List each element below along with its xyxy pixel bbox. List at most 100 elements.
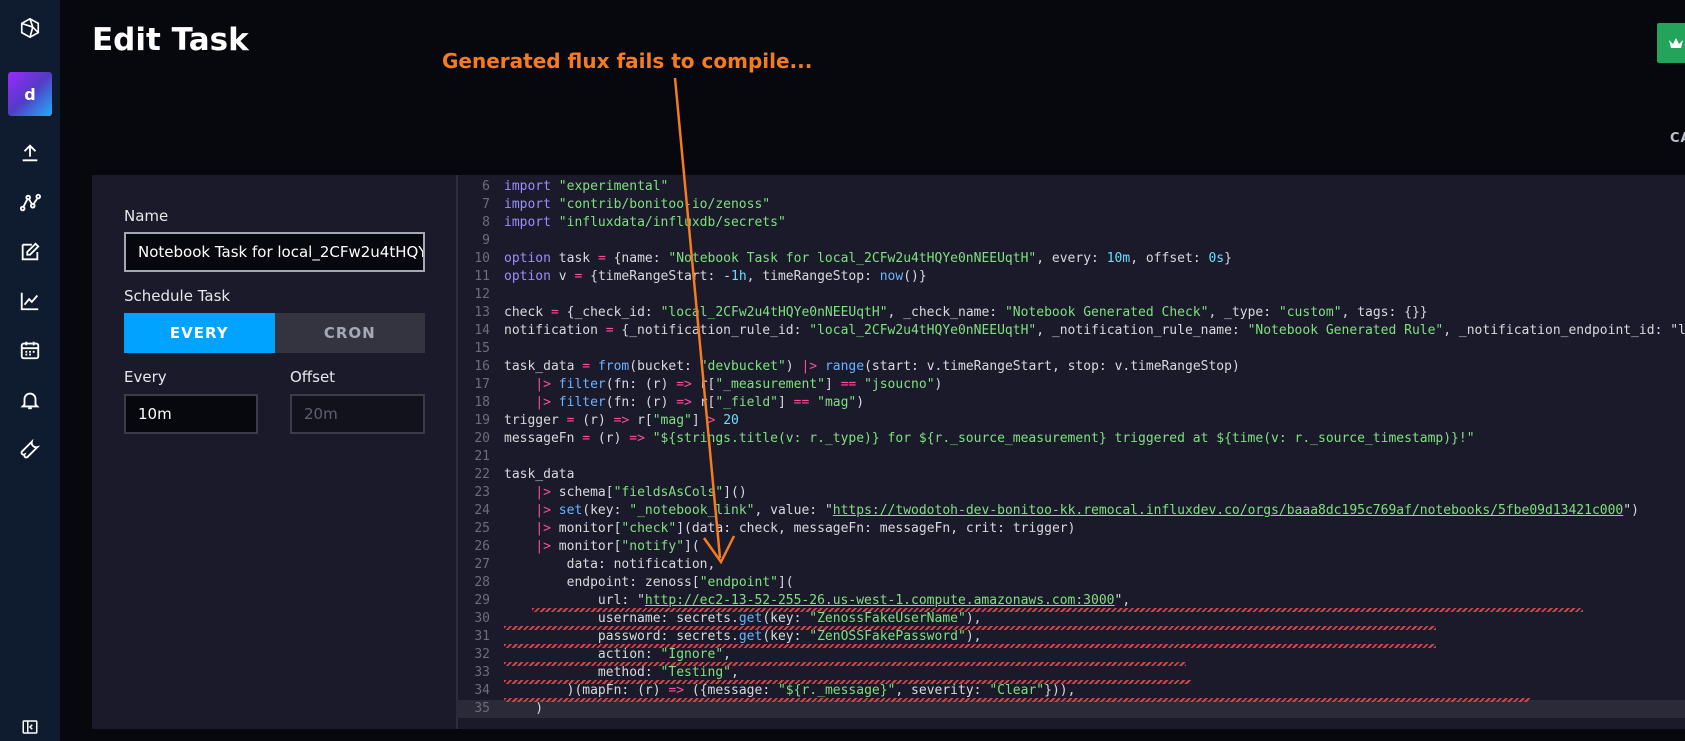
code-line[interactable]: 27 data: notification, [456,556,1685,574]
code-text: |> filter(fn: (r) => r["_measurement"] =… [535,377,943,392]
code-text: ) [504,701,544,716]
code-line[interactable]: 24 |> set(key: "_notebook_link", value: … [456,502,1685,520]
schedule-toggle: EVERY CRON [124,313,425,353]
line-number: 32 [474,647,490,662]
cancel-button[interactable]: CA [1670,131,1685,146]
code-line[interactable]: 20 messageFn = (r) => "${strings.title(v:… [456,430,1685,448]
line-number: 31 [474,629,490,644]
code-line[interactable]: 25 |> monitor["check"](data: check, mess… [456,520,1685,538]
logo-icon[interactable] [0,8,60,48]
line-number: 15 [474,341,490,356]
line-number: 7 [482,197,490,212]
every-input[interactable]: 10m [124,394,258,434]
code-line[interactable]: 11 option v = {timeRangeStart: -1h, timeR… [456,268,1685,286]
error-squiggle [504,662,1186,666]
code-text: |> set(key: "_notebook_link", value: "ht… [535,503,1639,518]
save-button[interactable] [1657,23,1685,63]
code-line[interactable]: 18 |> filter(fn: (r) => r["_field"] == "… [456,394,1685,412]
code-text: messageFn = (r) => "${strings.title(v: r… [504,431,1475,446]
line-number: 18 [474,395,490,410]
line-number: 17 [474,377,490,392]
edit-icon[interactable] [0,232,60,272]
line-number: 25 [474,521,490,536]
name-input[interactable]: Notebook Task for local_2CFw2u4tHQYe0 [124,232,425,272]
error-squiggle [504,680,1191,684]
line-number: 16 [474,359,490,374]
code-text: check = {_check_id: "local_2CFw2u4tHQYe0… [504,305,1428,320]
code-text: import "experimental" [504,179,669,194]
code-text: |> monitor["notify"]( [535,539,700,554]
code-line[interactable]: 26 |> monitor["notify"]( [456,538,1685,556]
collapse-icon[interactable] [0,707,60,741]
code-line[interactable]: 28 endpoint: zenoss["endpoint"]( [456,574,1685,592]
code-line[interactable]: 8 import "influxdata/influxdb/secrets" [456,214,1685,232]
code-line[interactable]: 13 check = {_check_id: "local_2CFw2u4tHQY… [456,304,1685,322]
line-number: 13 [474,305,490,320]
code-text: |> schema["fieldsAsCols"]() [535,485,747,500]
code-line[interactable]: 17 |> filter(fn: (r) => r["_measurement"… [456,376,1685,394]
line-number: 23 [474,485,490,500]
flux-code-editor[interactable]: 6 import "experimental" 7 import "contrib/b… [456,175,1685,729]
code-text: data: notification, [566,557,716,572]
page-title: Edit Task [92,22,249,58]
code-text: task_data [504,467,575,482]
crown-icon [1669,38,1683,48]
code-text: option v = {timeRangeStart: -1h, timeRan… [504,269,927,284]
code-text: option task = {name: "Notebook Task for … [504,251,1232,266]
error-squiggle [504,698,1530,702]
code-text: |> filter(fn: (r) => r["_field"] == "mag… [535,395,865,410]
line-number: 14 [474,323,490,338]
line-number: 30 [474,611,490,626]
upload-icon[interactable] [0,133,60,173]
line-number: 21 [474,449,490,464]
line-number: 34 [474,683,490,698]
left-nav: d [0,0,60,741]
code-text: task_data = from(bucket: "devbucket") |>… [504,359,1240,374]
schedule-cron-button[interactable]: CRON [274,313,425,353]
code-line[interactable]: 35 ) [456,700,1685,718]
calendar-icon[interactable] [0,330,60,370]
error-squiggle [504,626,1436,630]
code-text: trigger = (r) => r["mag"] > 20 [504,413,739,428]
bell-icon[interactable] [0,380,60,420]
code-line[interactable]: 23 |> schema["fieldsAsCols"]() [456,484,1685,502]
line-number: 6 [482,179,490,194]
annotation-text: Generated flux fails to compile... [442,49,813,73]
org-avatar[interactable]: d [8,72,52,116]
avatar-letter: d [24,84,36,104]
code-line[interactable]: 15 [456,340,1685,358]
line-number: 35 [474,701,490,716]
error-squiggle [504,644,1436,648]
offset-label: Offset [290,368,336,386]
code-text: import "influxdata/influxdb/secrets" [504,215,786,230]
wrench-icon[interactable] [0,429,60,469]
code-line[interactable]: 16 task_data = from(bucket: "devbucket") … [456,358,1685,376]
code-line[interactable]: 12 [456,286,1685,304]
error-squiggle [532,608,1583,612]
line-number: 9 [482,233,490,248]
chart-icon[interactable] [0,281,60,321]
code-line[interactable]: 7 import "contrib/bonitoo-io/zenoss" [456,196,1685,214]
line-number: 12 [474,287,490,302]
line-number: 29 [474,593,490,608]
code-line[interactable]: 6 import "experimental" [456,178,1685,196]
line-number: 8 [482,215,490,230]
line-number: 24 [474,503,490,518]
code-line[interactable]: 10 option task = {name: "Notebook Task fo… [456,250,1685,268]
line-number: 11 [474,269,490,284]
code-line[interactable]: 19 trigger = (r) => r["mag"] > 20 [456,412,1685,430]
code-text: import "contrib/bonitoo-io/zenoss" [504,197,771,212]
line-number: 33 [474,665,490,680]
code-line[interactable]: 22 task_data [456,466,1685,484]
offset-input[interactable]: 20m [290,394,425,434]
code-line[interactable]: 9 [456,232,1685,250]
schedule-every-button[interactable]: EVERY [124,313,275,353]
code-line[interactable]: 14 notification = {_notification_rule_id:… [456,322,1685,340]
code-text: notification = {_notification_rule_id: "… [504,323,1685,338]
graph-icon[interactable] [0,183,60,223]
line-number: 26 [474,539,490,554]
code-line[interactable]: 21 [456,448,1685,466]
line-number: 28 [474,575,490,590]
line-number: 20 [474,431,490,446]
line-number: 22 [474,467,490,482]
